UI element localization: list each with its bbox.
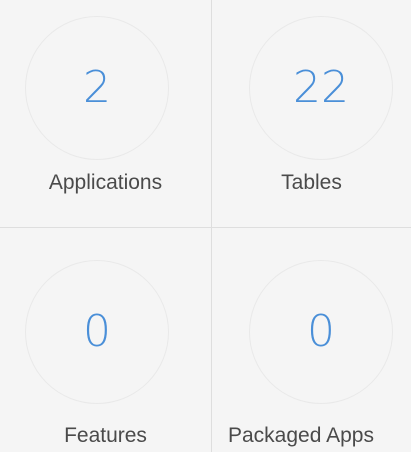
- features-tile[interactable]: 0 Features: [0, 228, 211, 452]
- packaged-apps-label: Packaged Apps: [228, 424, 374, 447]
- packaged-apps-tile[interactable]: 0 Packaged Apps: [212, 228, 411, 452]
- tables-label: Tables: [281, 171, 342, 194]
- packaged-apps-count: 0: [307, 306, 335, 357]
- applications-count: 2: [83, 62, 111, 113]
- vertical-divider: [211, 0, 212, 452]
- features-label: Features: [64, 424, 147, 447]
- stats-grid: 2 Applications 22 Tables 0 Features 0 Pa…: [0, 0, 411, 452]
- packaged-apps-count-circle: 0: [249, 260, 393, 404]
- applications-label: Applications: [48, 171, 163, 194]
- tables-count: 22: [293, 62, 349, 113]
- horizontal-divider: [0, 227, 411, 228]
- features-count: 0: [83, 306, 111, 357]
- tables-count-circle: 22: [249, 16, 393, 160]
- applications-tile[interactable]: 2 Applications: [0, 0, 211, 227]
- tables-tile[interactable]: 22 Tables: [212, 0, 411, 227]
- applications-count-circle: 2: [25, 16, 169, 160]
- features-count-circle: 0: [25, 260, 169, 404]
